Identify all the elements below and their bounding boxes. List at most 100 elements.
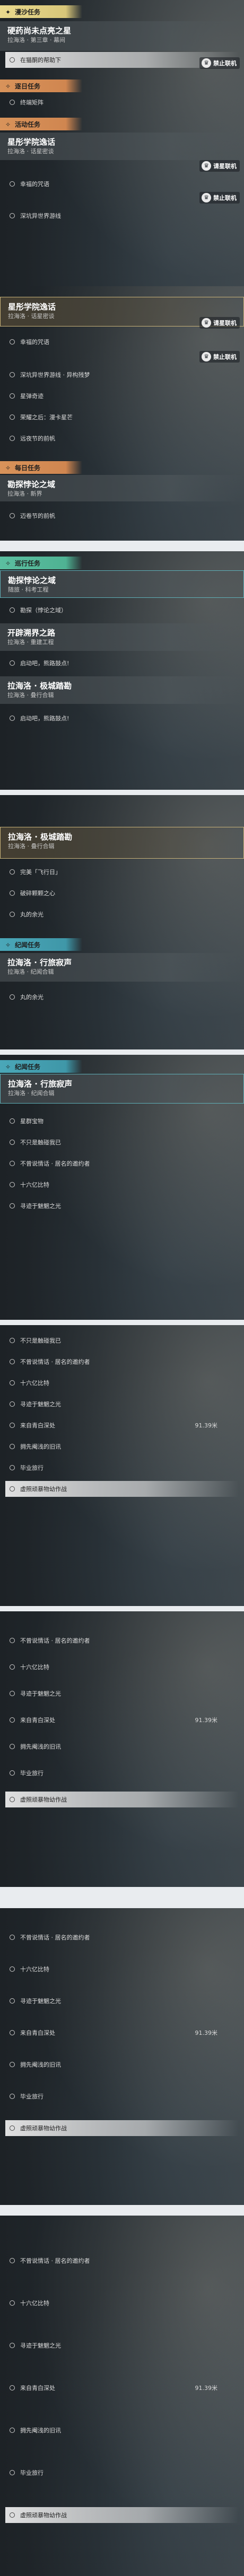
quest-step[interactable]: 十六亿比特 xyxy=(5,1659,239,1675)
quest-step[interactable]: 不曾说情话 · 居名的邀约者 xyxy=(5,1155,239,1171)
header-errand[interactable]: ✧ 逐日任务 xyxy=(0,80,244,92)
step-marker-icon xyxy=(10,1465,15,1470)
quest-card[interactable]: 星彤学院逸话 拉海洛 · 话星密谈 xyxy=(0,133,244,160)
quest-step[interactable]: 寻迹于魅魍之光 xyxy=(5,1686,239,1701)
quest-step[interactable]: 不曾说情话 · 居名的邀约者 xyxy=(5,2253,239,2269)
step-marker-icon xyxy=(10,1691,15,1696)
quest-step[interactable]: 启动吧，熊路鼓点! xyxy=(5,710,239,726)
quest-step[interactable]: 星弹奇迹 xyxy=(5,388,239,404)
quest-card[interactable]: 开辟溯界之路 拉海洛 · 重建工程 xyxy=(0,623,244,651)
quest-step[interactable]: 幸福的咒语 xyxy=(5,176,239,192)
distance-label: 91.39米 xyxy=(195,1422,218,1429)
quest-step[interactable]: 十六亿比特 xyxy=(5,2295,239,2311)
quest-step[interactable]: 来自青白深处 91.39米 xyxy=(5,2380,239,2396)
step-marker-icon xyxy=(10,2030,15,2035)
header-record[interactable]: ✧ 纪闻任务 xyxy=(0,1060,244,1073)
quest-step[interactable]: 幸福的咒语 xyxy=(5,334,239,350)
quest-step[interactable]: 启动吧，熊路鼓点! xyxy=(5,655,239,671)
quest-step[interactable]: 远夜节的前帆 xyxy=(5,430,239,446)
quest-step[interactable]: 毕业旅行 xyxy=(5,2465,239,2481)
quest-panel-4: 拉海洛 · 极城踏勘 拉海洛 · 叠行合辑 完美「飞行日」 破碎颗颗之心 丸的余… xyxy=(0,795,244,1049)
step-marker-icon xyxy=(10,1744,15,1749)
ban-online-badge: ♛ 禁止联机 xyxy=(199,192,240,204)
quest-step[interactable]: 毕业旅行 xyxy=(5,1460,239,1476)
step-marker-icon xyxy=(10,1486,15,1492)
ban-online-badge: ♛ 禁止联机 xyxy=(199,351,240,363)
step-marker-icon xyxy=(10,436,15,441)
step-marker-icon xyxy=(10,1338,15,1343)
quest-card[interactable]: 拉海洛 · 极城踏勘 拉海洛 · 叠行合辑 xyxy=(0,827,244,859)
step-marker-icon xyxy=(10,2512,15,2518)
quest-step[interactable]: 寻迹于魅魍之光 xyxy=(5,2337,239,2353)
header-flow[interactable]: ✦ 漫沙任务 xyxy=(0,5,244,18)
quest-step[interactable]: 不曾说情话 · 居名的邀约者 xyxy=(5,1929,239,1945)
quest-card[interactable]: 硬药尚未点亮之星 拉海洛 · 第三章 · 幕间 xyxy=(0,21,244,51)
quest-step[interactable]: 十六亿比特 xyxy=(5,1961,239,1977)
step-marker-icon xyxy=(10,2470,15,2475)
header-daily[interactable]: ✧ 每日任务 xyxy=(0,461,244,474)
quest-step[interactable]: 寻迹于魅魍之光 xyxy=(5,1396,239,1412)
step-marker-icon xyxy=(10,869,15,875)
step-marker-icon xyxy=(10,890,15,896)
quest-step[interactable]: 终端矩阵 xyxy=(5,94,239,110)
header-event[interactable]: ✧ 活动任务 xyxy=(0,118,244,130)
quest-card[interactable]: 勘探悖论之域 拉海洛 · 新界 xyxy=(0,475,244,501)
quest-step[interactable]: 毕业旅行 xyxy=(5,1765,239,1781)
quest-step[interactable]: 来自青白深处 91.39米 xyxy=(5,1417,239,1433)
step-marker-icon xyxy=(10,513,15,518)
step-marker-icon xyxy=(10,1380,15,1386)
quest-card[interactable]: 勘探悖论之域 随旅 · 科考工程 xyxy=(0,570,244,598)
quest-card[interactable]: 拉海洛 · 行旅寂声 拉海洛 · 纪闻合辑 xyxy=(0,1074,244,1104)
quest-step[interactable]: 迈卷节的前帆 xyxy=(5,508,239,524)
quest-step[interactable]: 深坑异世界游线 xyxy=(5,208,239,224)
quest-card[interactable]: 拉海洛 · 行旅寂声 拉海洛 · 纪闻合辑 xyxy=(0,953,244,982)
quest-step[interactable]: 不只是触碰我已 xyxy=(5,1134,239,1150)
quest-step[interactable]: 十六亿比特 xyxy=(5,1177,239,1193)
quest-step[interactable]: 寻迹于魅魍之光 xyxy=(5,1198,239,1214)
star-icon: ✧ xyxy=(5,941,11,949)
quest-step[interactable]: 寻迹于魅魍之光 xyxy=(5,1993,239,2009)
step-marker-icon xyxy=(10,1140,15,1145)
step-marker-icon xyxy=(10,1359,15,1364)
step-marker-icon xyxy=(10,1638,15,1643)
quest-step[interactable]: 虚照顽暴物幼作战 xyxy=(5,1792,239,1807)
quest-step[interactable]: 勘探（悖论之域） xyxy=(5,602,239,618)
distance-label: 91.39米 xyxy=(195,2030,218,2036)
header-explore[interactable]: ✧ 巡行任务 xyxy=(0,557,244,569)
quest-step[interactable]: 拥先阉浅的旧讯 xyxy=(5,2422,239,2438)
step-marker-icon xyxy=(10,2428,15,2433)
quest-panel-1: ✦ 漫沙任务 硬药尚未点亮之星 拉海洛 · 第三章 · 幕间 在猫酮的帮助下 ♛ 禁… xyxy=(0,0,244,318)
quest-step[interactable]: 破碎颗颗之心 xyxy=(5,885,239,901)
step-marker-icon xyxy=(10,1717,15,1723)
step-marker-icon xyxy=(10,213,15,218)
quest-step[interactable]: 不曾说情话 · 居名的邀约者 xyxy=(5,1354,239,1370)
quest-step[interactable]: 荣耀之后：漫卡星芒 xyxy=(5,409,239,425)
quest-step[interactable]: 深坑异世界游线 · 异构残梦 xyxy=(5,367,239,383)
header-record[interactable]: ✧ 纪闻任务 xyxy=(0,938,244,951)
ban-online-badge: ♛ 禁止联机 xyxy=(199,57,240,69)
crown-icon: ♛ xyxy=(202,161,211,171)
quest-step[interactable]: 虚照顽暴物幼作战 xyxy=(5,1481,239,1497)
step-marker-icon xyxy=(10,181,15,187)
quest-step[interactable]: 拥先阉浅的旧讯 xyxy=(5,2057,239,2072)
quest-step[interactable]: 来自青白深处 91.39米 xyxy=(5,1712,239,1728)
quest-step[interactable]: 虚照顽暴物幼作战 xyxy=(5,2507,239,2523)
star-icon: ✧ xyxy=(5,464,11,472)
quest-step[interactable]: 拥先阉浅的旧讯 xyxy=(5,1439,239,1454)
quest-step[interactable]: 毕业旅行 xyxy=(5,2088,239,2104)
quest-step[interactable]: 丸的余光 xyxy=(5,989,239,1005)
quest-step[interactable]: 虚照顽暴物幼作战 xyxy=(5,2120,239,2136)
quest-step[interactable]: 十六亿比特 xyxy=(5,1375,239,1391)
step-marker-icon xyxy=(10,1998,15,2004)
quest-step[interactable]: 来自青白深处 91.39米 xyxy=(5,2025,239,2041)
quest-step[interactable]: 不曾说情话 · 居名的邀约者 xyxy=(5,1633,239,1648)
step-marker-icon xyxy=(10,1966,15,1972)
quest-step[interactable]: 拥先阉浅的旧讯 xyxy=(5,1739,239,1754)
quest-step[interactable]: 丸的余光 xyxy=(5,906,239,922)
quest-step[interactable]: 星群宝物 xyxy=(5,1113,239,1129)
quest-card[interactable]: 拉海洛 · 极城踏勘 拉海洛 · 叠行合辑 xyxy=(0,676,244,704)
step-marker-icon xyxy=(10,607,15,613)
quest-step[interactable]: 完美「飞行日」 xyxy=(5,864,239,880)
step-marker-icon xyxy=(10,2385,15,2390)
quest-step[interactable]: 不只是触碰我已 xyxy=(5,1333,239,1348)
